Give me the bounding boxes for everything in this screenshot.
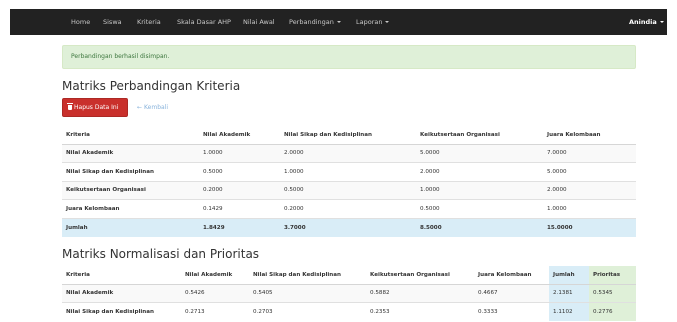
column-header: Keikutsertaan Organisasi [416,126,543,145]
user-name: Anindia [629,18,657,26]
nav-nilai-awal[interactable]: Nilai Awal [243,9,275,35]
table-cell: 1.0000 [416,180,543,200]
caret-down-icon [659,21,664,23]
column-header: Kriteria [62,126,199,145]
column-header: Juara Kelombaan [543,126,636,145]
column-header: Nilai Akademik [181,266,249,285]
row-label: Nilai Akademik [62,283,181,303]
trash-icon [67,103,73,110]
row-label: Nilai Akademik [62,143,199,163]
table-cell: 2.0000 [543,180,636,200]
priority-cell: 0.5345 [589,283,636,303]
total-row: Jumlah 1.8429 3.7000 8.5000 15.0000 [62,217,636,237]
table-cell: 5.0000 [543,162,636,181]
table-cell: 1.0000 [280,162,416,181]
nav-perbandingan-dropdown[interactable]: Perbandingan [289,9,341,35]
comparison-matrix-title: Matriks Perbandingan Kriteria [62,79,241,93]
table-row: Nilai Sikap dan Kedisiplinan 0.2713 0.27… [62,302,636,321]
table-cell: 2.0000 [416,162,543,181]
total-label: Jumlah [62,217,199,237]
alert-message: Perbandingan berhasil disimpan. [71,53,170,60]
table-cell: 0.2353 [366,302,474,321]
comparison-matrix-table: Kriteria Nilai Akademik Nilai Sikap dan … [62,126,636,237]
sum-cell: 2.1381 [549,283,589,303]
row-label: Nilai Sikap dan Kedisiplinan [62,162,199,181]
table-cell: 0.2000 [280,199,416,218]
nav-laporan-dropdown[interactable]: Laporan [356,9,390,35]
table-cell: 0.2000 [199,180,280,200]
table-row: Nilai Akademik 0.5426 0.5405 0.5882 0.46… [62,283,636,303]
total-cell: 8.5000 [416,217,543,237]
nav-kriteria[interactable]: Kriteria [137,9,161,35]
priority-cell: 0.2776 [589,302,636,321]
table-header-row: Kriteria Nilai Akademik Nilai Sikap dan … [62,126,636,145]
table-cell: 0.5000 [416,199,543,218]
column-header: Nilai Sikap dan Kedisiplinan [280,126,416,145]
total-cell: 3.7000 [280,217,416,237]
table-row: Keikutsertaan Organisasi 0.2000 0.5000 1… [62,180,636,200]
table-cell: 5.0000 [416,143,543,163]
user-menu-dropdown[interactable]: Anindia [629,9,664,35]
arrow-left-icon: ← [137,104,143,111]
nav-home[interactable]: Home [71,9,90,35]
back-link-label: Kembali [144,104,169,111]
top-navbar: Home Siswa Kriteria Skala Dasar AHP Nila… [10,9,667,35]
table-cell: 0.1429 [199,199,280,218]
table-cell: 0.5000 [280,180,416,200]
caret-down-icon [336,21,341,23]
row-label: Juara Kelombaan [62,199,199,218]
table-cell: 0.2703 [249,302,366,321]
column-header: Jumlah [549,266,589,285]
delete-button-label: Hapus Data Ini [74,104,119,111]
column-header: Nilai Sikap dan Kedisiplinan [249,266,366,285]
column-header: Juara Kelombaan [474,266,549,285]
table-header-row: Kriteria Nilai Akademik Nilai Sikap dan … [62,266,636,285]
table-cell: 2.0000 [280,143,416,163]
row-label: Keikutsertaan Organisasi [62,180,199,200]
column-header: Nilai Akademik [199,126,280,145]
delete-data-button[interactable]: Hapus Data Ini [62,98,128,117]
normalization-matrix-table: Kriteria Nilai Akademik Nilai Sikap dan … [62,266,636,321]
table-cell: 0.5000 [199,162,280,181]
table-cell: 0.2713 [181,302,249,321]
table-cell: 1.0000 [199,143,280,163]
success-alert: Perbandingan berhasil disimpan. [62,45,636,69]
table-cell: 0.5426 [181,283,249,303]
normalization-matrix-title: Matriks Normalisasi dan Prioritas [62,247,260,261]
total-cell: 1.8429 [199,217,280,237]
column-header: Keikutsertaan Organisasi [366,266,474,285]
nav-siswa[interactable]: Siswa [103,9,122,35]
table-cell: 0.5882 [366,283,474,303]
back-link[interactable]: ← Kembali [137,98,168,117]
table-cell: 1.0000 [543,199,636,218]
table-cell: 0.5405 [249,283,366,303]
table-row: Juara Kelombaan 0.1429 0.2000 0.5000 1.0… [62,199,636,218]
table-row: Nilai Sikap dan Kedisiplinan 0.5000 1.00… [62,162,636,181]
row-label: Nilai Sikap dan Kedisiplinan [62,302,181,321]
nav-laporan-label: Laporan [356,18,383,26]
table-cell: 0.3333 [474,302,549,321]
total-cell: 15.0000 [543,217,636,237]
table-cell: 0.4667 [474,283,549,303]
sum-cell: 1.1102 [549,302,589,321]
caret-down-icon [385,21,390,23]
nav-skala-dasar-ahp[interactable]: Skala Dasar AHP [177,9,231,35]
nav-perbandingan-label: Perbandingan [289,18,334,26]
column-header: Prioritas [589,266,636,285]
table-row: Nilai Akademik 1.0000 2.0000 5.0000 7.00… [62,143,636,163]
column-header: Kriteria [62,266,181,285]
table-cell: 7.0000 [543,143,636,163]
